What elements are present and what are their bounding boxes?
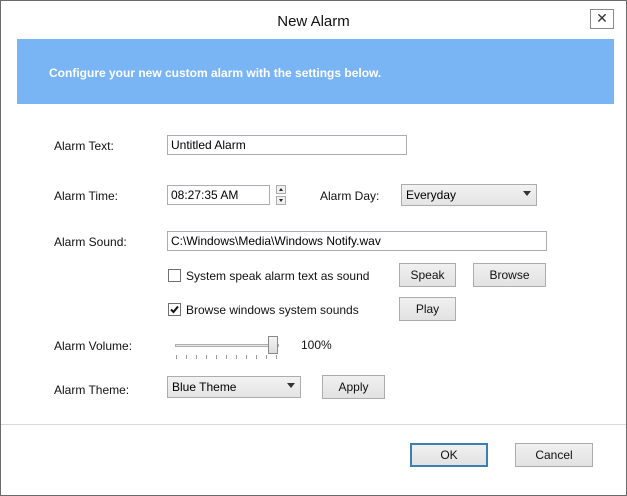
chevron-down-icon xyxy=(287,383,295,388)
alarm-text-label: Alarm Text: xyxy=(54,139,114,153)
slider-tick xyxy=(256,355,257,359)
title-bar: New Alarm ✕ xyxy=(1,1,626,39)
slider-tick xyxy=(236,355,237,359)
window-title: New Alarm xyxy=(277,13,350,30)
alarm-volume-label: Alarm Volume: xyxy=(54,339,133,353)
time-down-button[interactable] xyxy=(276,196,286,205)
volume-slider-track[interactable] xyxy=(175,344,279,347)
slider-tick xyxy=(226,355,227,359)
alarm-time-label: Alarm Time: xyxy=(54,189,119,203)
alarm-sound-input[interactable]: C:\Windows\Media\Windows Notify.wav xyxy=(167,231,547,251)
speak-button[interactable]: Speak xyxy=(399,263,456,287)
slider-tick xyxy=(216,355,217,359)
speak-alarm-checkbox[interactable] xyxy=(168,269,181,282)
alarm-theme-select[interactable]: Blue Theme xyxy=(167,376,301,398)
alarm-theme-label: Alarm Theme: xyxy=(54,383,130,397)
alarm-sound-label: Alarm Sound: xyxy=(54,235,127,249)
slider-tick xyxy=(196,355,197,359)
alarm-time-input[interactable]: 08:27:35 AM xyxy=(167,185,270,205)
close-button[interactable]: ✕ xyxy=(590,9,614,29)
chevron-down-icon xyxy=(279,199,283,202)
play-button[interactable]: Play xyxy=(399,297,456,321)
slider-tick xyxy=(246,355,247,359)
footer-divider xyxy=(1,424,626,425)
close-icon: ✕ xyxy=(596,10,608,26)
alarm-day-select[interactable]: Everyday xyxy=(401,184,537,206)
chevron-down-icon xyxy=(523,191,531,196)
slider-tick xyxy=(276,355,277,359)
new-alarm-dialog: New Alarm ✕ Configure your new custom al… xyxy=(0,0,627,496)
volume-value: 100% xyxy=(301,338,332,352)
alarm-theme-value: Blue Theme xyxy=(172,380,237,394)
browse-system-sounds-checkbox[interactable] xyxy=(168,303,181,316)
slider-tick xyxy=(186,355,187,359)
slider-tick xyxy=(206,355,207,359)
apply-button[interactable]: Apply xyxy=(322,375,385,399)
banner-text: Configure your new custom alarm with the… xyxy=(49,66,382,80)
checkmark-icon xyxy=(170,305,179,314)
volume-slider-thumb[interactable] xyxy=(268,336,278,354)
chevron-up-icon xyxy=(279,188,283,191)
time-up-button[interactable] xyxy=(276,185,286,194)
speak-alarm-label: System speak alarm text as sound xyxy=(186,269,370,283)
alarm-text-input[interactable]: Untitled Alarm xyxy=(167,135,407,155)
browse-system-sounds-label: Browse windows system sounds xyxy=(186,303,359,317)
browse-button[interactable]: Browse xyxy=(473,263,546,287)
slider-tick xyxy=(266,355,267,359)
cancel-button[interactable]: Cancel xyxy=(515,443,593,467)
ok-button[interactable]: OK xyxy=(410,443,488,467)
slider-tick xyxy=(176,355,177,359)
header-banner: Configure your new custom alarm with the… xyxy=(17,39,614,104)
alarm-day-label: Alarm Day: xyxy=(320,189,380,203)
alarm-day-value: Everyday xyxy=(406,188,457,202)
